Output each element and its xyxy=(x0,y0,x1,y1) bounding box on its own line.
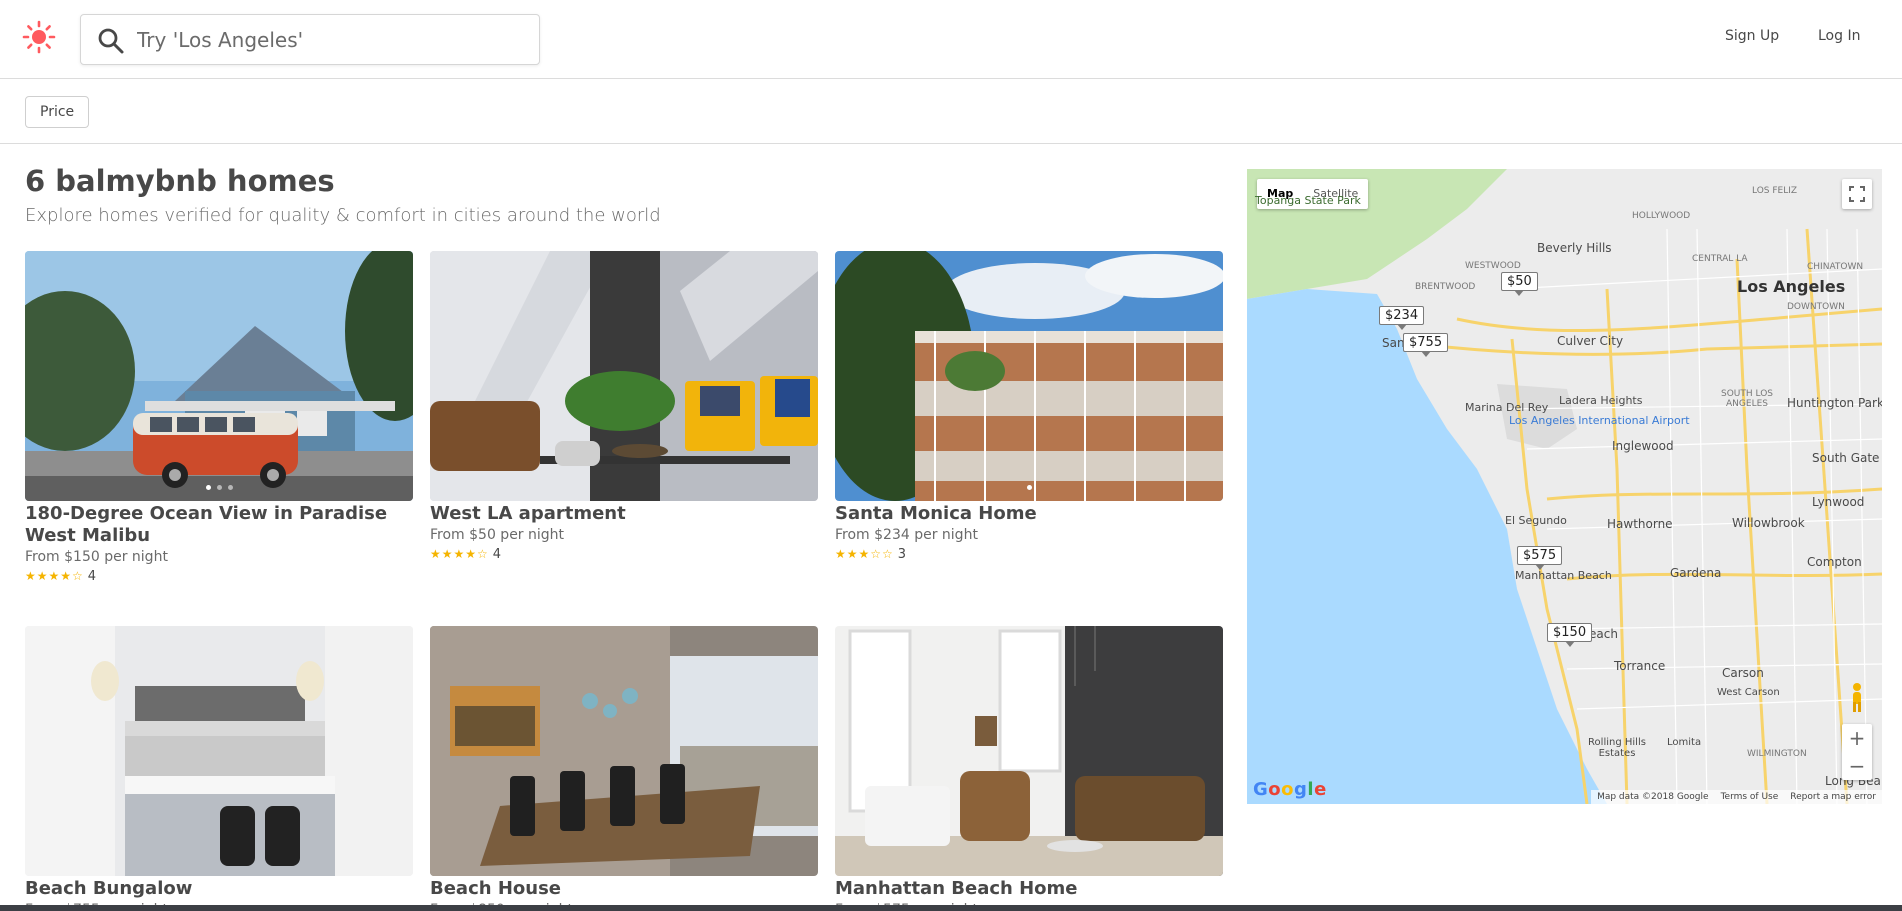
listing-rating: ★★★★☆ 4 xyxy=(430,545,818,564)
place-label: Gardena xyxy=(1670,566,1722,580)
listing-title: Beach House xyxy=(430,878,561,899)
place-label: Torrance xyxy=(1614,659,1666,673)
star-rating-icon: ★★★☆☆ xyxy=(835,547,894,561)
listing-card[interactable]: West LA apartment From $50 per night ★★★… xyxy=(430,251,818,564)
listing-photo[interactable] xyxy=(430,251,818,501)
place-label: Inglewood xyxy=(1612,439,1674,453)
price-marker[interactable]: $150 xyxy=(1547,623,1593,647)
terms-link[interactable]: Terms of Use xyxy=(1715,790,1785,804)
place-label: Culver City xyxy=(1557,334,1624,348)
listing-card[interactable]: Manhattan Beach Home From $575 per night xyxy=(835,626,1223,911)
place-label: WESTWOOD xyxy=(1465,261,1521,271)
map-view[interactable]: Map Satellite Los Angeles Beverly Hills … xyxy=(1247,169,1882,804)
place-label: El Segundo xyxy=(1505,514,1567,527)
top-header: Sign Up Log In xyxy=(0,0,1902,79)
page-subtitle: Explore homes verified for quality & com… xyxy=(25,205,661,226)
place-label: Ladera Heights xyxy=(1559,394,1643,407)
place-label: CENTRAL LA xyxy=(1692,254,1748,264)
sign-up-link[interactable]: Sign Up xyxy=(1725,28,1779,44)
google-logo: Google xyxy=(1253,779,1327,800)
listing-title: Beach Bungalow xyxy=(25,878,193,899)
place-label: Carson xyxy=(1722,666,1764,680)
map-data-label: Map data ©2018 Google xyxy=(1597,792,1709,802)
price-marker[interactable]: $575 xyxy=(1517,546,1563,570)
price-filter-button[interactable]: Price xyxy=(25,96,90,128)
carousel-dots[interactable] xyxy=(835,477,1223,495)
listing-title: Santa Monica Home xyxy=(835,503,1037,524)
listing-card[interactable]: Beach House From $850 per night xyxy=(430,626,818,911)
listing-photo[interactable] xyxy=(25,626,413,876)
listing-photo[interactable] xyxy=(835,251,1223,501)
place-label: Los Angeles International Airport xyxy=(1509,414,1690,427)
listing-price: From $50 per night xyxy=(430,527,565,543)
search-box[interactable] xyxy=(80,14,540,65)
place-label: Compton xyxy=(1807,555,1862,569)
listing-card[interactable]: Santa Monica Home From $234 per night ★★… xyxy=(835,251,1223,564)
place-label: Rolling Hills Estates xyxy=(1588,737,1646,759)
listing-card[interactable]: Beach Bungalow From $755 per night xyxy=(25,626,413,911)
report-error-link[interactable]: Report a map error xyxy=(1784,790,1882,804)
place-label: South Gate xyxy=(1812,451,1880,465)
place-label: SOUTH LOS ANGELES xyxy=(1720,389,1773,409)
place-label: Marina Del Rey xyxy=(1465,401,1549,414)
place-label: WILMINGTON xyxy=(1747,749,1807,759)
listing-card[interactable]: 180-Degree Ocean View in Paradise West M… xyxy=(25,251,413,586)
zoom-control: + − xyxy=(1842,724,1872,780)
place-label: Willowbrook xyxy=(1732,516,1805,530)
filter-bar: Price xyxy=(0,79,1902,144)
listing-rating: ★★★☆☆ 3 xyxy=(835,545,1223,564)
place-label: Manhattan Beach xyxy=(1515,569,1612,582)
log-in-link[interactable]: Log In xyxy=(1818,28,1860,44)
listing-photo[interactable] xyxy=(25,251,413,501)
listing-title: 180-Degree Ocean View in Paradise West M… xyxy=(25,503,388,546)
star-rating-icon: ★★★★☆ xyxy=(25,569,84,583)
listing-rating: ★★★★☆ 4 xyxy=(25,567,413,586)
search-icon xyxy=(97,27,125,55)
place-label: DOWNTOWN xyxy=(1787,302,1845,312)
carousel-dots[interactable] xyxy=(25,477,413,495)
price-marker[interactable]: $234 xyxy=(1379,306,1425,330)
price-marker[interactable]: $50 xyxy=(1501,272,1538,296)
listing-price: From $150 per night xyxy=(25,549,168,565)
listing-title: Manhattan Beach Home xyxy=(835,878,1078,899)
place-label: West Carson xyxy=(1717,687,1780,698)
star-rating-icon: ★★★★☆ xyxy=(430,547,489,561)
listing-title: West LA apartment xyxy=(430,503,626,524)
review-count: 3 xyxy=(897,547,907,562)
sun-logo-icon[interactable] xyxy=(22,20,56,54)
place-label: Lomita xyxy=(1667,737,1702,748)
review-count: 4 xyxy=(492,547,502,562)
page-title: 6 balmybnb homes xyxy=(25,164,335,198)
zoom-in-button[interactable]: + xyxy=(1842,724,1872,752)
place-label: Hawthorne xyxy=(1607,517,1673,531)
review-count: 4 xyxy=(87,569,97,584)
place-label: HOLLYWOOD xyxy=(1632,211,1691,221)
place-label: Huntington Park xyxy=(1787,396,1882,410)
listing-photo[interactable] xyxy=(430,626,818,876)
place-label: BRENTWOOD xyxy=(1415,282,1476,292)
place-label: Topanga State Park xyxy=(1255,194,1361,207)
zoom-out-button[interactable]: − xyxy=(1842,752,1872,780)
price-marker[interactable]: $755 xyxy=(1403,333,1449,357)
window-bottom-edge xyxy=(0,905,1902,911)
place-label: Lynwood xyxy=(1812,495,1865,509)
fullscreen-icon[interactable] xyxy=(1842,179,1872,209)
listing-price: From $234 per night xyxy=(835,527,978,543)
listing-photo[interactable] xyxy=(835,626,1223,876)
place-label: Los Angeles xyxy=(1737,277,1846,296)
map-attribution: Map data ©2018 Google Terms of Use Repor… xyxy=(1591,790,1882,804)
search-input[interactable] xyxy=(137,23,517,57)
street-view-pegman-icon[interactable] xyxy=(1842,680,1872,714)
place-label: Beverly Hills xyxy=(1537,241,1612,255)
place-label: CHINATOWN xyxy=(1807,262,1864,272)
place-label: LOS FELIZ xyxy=(1752,186,1798,196)
